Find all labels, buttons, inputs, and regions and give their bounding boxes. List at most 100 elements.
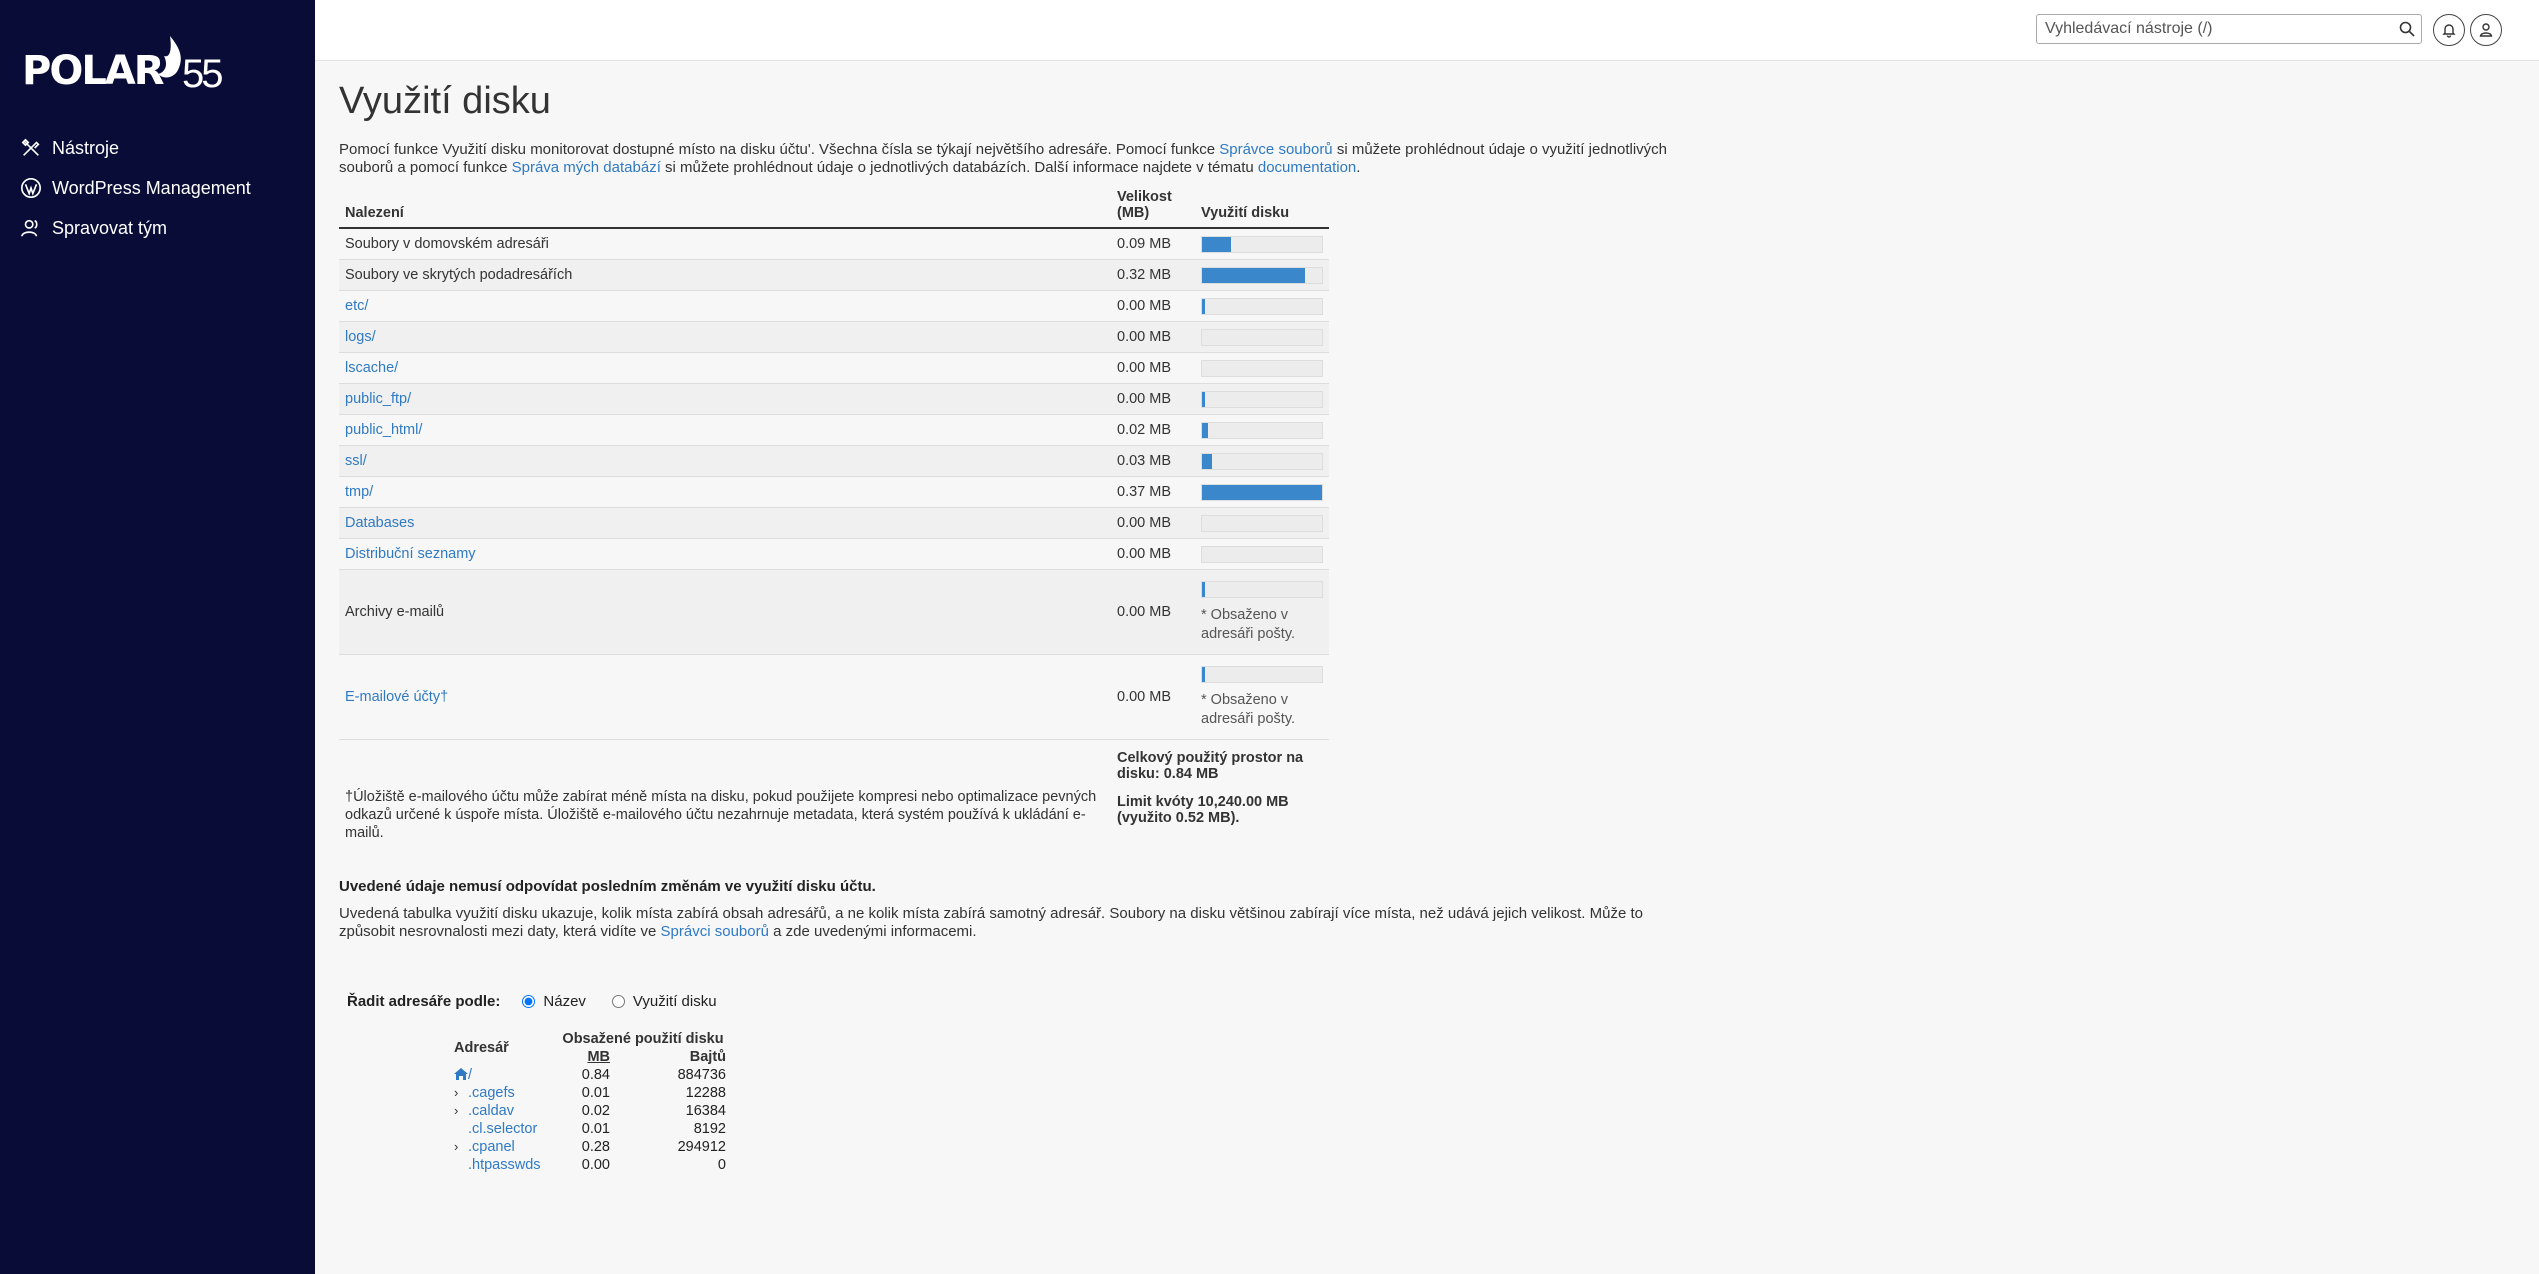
sort-by-usage-option[interactable]: Využití disku bbox=[611, 993, 717, 1010]
usage-bar bbox=[1201, 328, 1323, 346]
usage-bar bbox=[1201, 483, 1323, 501]
location-name[interactable]: etc/ bbox=[345, 298, 368, 314]
location-size: 0.02 MB bbox=[1111, 414, 1195, 446]
location-size: 0.00 MB bbox=[1111, 352, 1195, 384]
dir-row: .cl.selector 0.01 8192 bbox=[451, 1120, 729, 1138]
usage-bar-fill bbox=[1202, 453, 1212, 469]
expand-chevron-icon[interactable]: › bbox=[454, 1139, 468, 1154]
user-menu-button[interactable] bbox=[2470, 14, 2502, 46]
usage-bar bbox=[1201, 545, 1323, 563]
home-icon[interactable] bbox=[454, 1068, 468, 1080]
usage-bar bbox=[1201, 514, 1323, 532]
wordpress-icon bbox=[21, 178, 41, 198]
dir-bytes: 294912 bbox=[677, 1139, 726, 1155]
team-icon bbox=[21, 219, 38, 237]
table-row: E-mailové účty† 0.00 MB * Obsaženo v adr… bbox=[339, 654, 1329, 740]
location-size: 0.00 MB bbox=[1111, 383, 1195, 415]
location-name[interactable]: Databases bbox=[345, 515, 414, 531]
file-manager-link[interactable]: Správce souborů bbox=[1219, 141, 1332, 158]
usage-bar bbox=[1201, 266, 1323, 284]
sidebar-item-wordpress[interactable]: WordPress Management bbox=[0, 168, 315, 208]
usage-bar bbox=[1201, 359, 1323, 377]
sidebar-item-tools[interactable]: Nástroje bbox=[0, 128, 315, 168]
directory-table: Adresář Obsažené použití disku MB Bajtů … bbox=[451, 1030, 729, 1174]
col-contained-usage-header: Obsažené použití disku bbox=[562, 1031, 724, 1047]
location-name: Soubory ve skrytých podadresářích bbox=[345, 267, 573, 283]
main-content: Využití disku Pomocí funkce Využití disk… bbox=[339, 60, 1669, 1174]
expand-chevron-icon[interactable]: › bbox=[454, 1085, 468, 1100]
bell-icon bbox=[2442, 24, 2456, 38]
col-mb-header[interactable]: MB bbox=[557, 1048, 613, 1066]
location-size: 0.00 MB bbox=[1111, 569, 1195, 655]
search-input[interactable] bbox=[2037, 15, 2393, 43]
table-row: etc/ 0.00 MB bbox=[339, 290, 1329, 322]
location-name[interactable]: lscache/ bbox=[345, 360, 398, 376]
dir-bytes: 884736 bbox=[677, 1067, 726, 1083]
usage-bar-fill bbox=[1202, 666, 1205, 682]
table-row: public_ftp/ 0.00 MB bbox=[339, 383, 1329, 415]
location-size: 0.00 MB bbox=[1111, 654, 1195, 740]
sort-label: Řadit adresáře podle: bbox=[347, 993, 501, 1010]
location-size: 0.00 MB bbox=[1111, 290, 1195, 322]
location-name[interactable]: ssl/ bbox=[345, 453, 367, 469]
sidebar: POLAR 55 Nástroje WordPress Management S… bbox=[0, 0, 315, 1274]
col-bytes-header[interactable]: Bajtů bbox=[613, 1048, 729, 1066]
sidebar-item-label: Spravovat tým bbox=[52, 217, 168, 238]
dir-link[interactable]: .cpanel bbox=[468, 1139, 515, 1155]
location-name[interactable]: E-mailové účty† bbox=[345, 689, 448, 705]
databases-link[interactable]: Správa mých databází bbox=[512, 159, 661, 176]
table-row: ssl/ 0.03 MB bbox=[339, 445, 1329, 477]
usage-note: * Obsaženo v adresáři pošty. bbox=[1201, 606, 1296, 642]
table-row: Distribuční seznamy 0.00 MB bbox=[339, 538, 1329, 570]
sidebar-item-manage-team[interactable]: Spravovat tým bbox=[0, 208, 315, 248]
dir-mb: 0.84 bbox=[581, 1067, 610, 1083]
table-row: Databases 0.00 MB bbox=[339, 507, 1329, 539]
usage-bar-fill bbox=[1202, 484, 1322, 500]
usage-bar-fill bbox=[1202, 298, 1205, 314]
usage-bar bbox=[1201, 390, 1323, 408]
dir-mb: 0.01 bbox=[581, 1085, 610, 1101]
table-row: Soubory v domovském adresáři 0.09 MB bbox=[339, 228, 1329, 260]
location-name[interactable]: tmp/ bbox=[345, 484, 373, 500]
location-name[interactable]: public_ftp/ bbox=[345, 391, 411, 407]
notifications-button[interactable] bbox=[2433, 14, 2465, 46]
dir-link[interactable]: .htpasswds bbox=[468, 1157, 541, 1173]
polar55-logo[interactable]: POLAR 55 bbox=[22, 34, 232, 96]
col-size-header: Velikost (MB) bbox=[1111, 183, 1195, 229]
search-icon[interactable] bbox=[2399, 21, 2415, 37]
intro-text: Pomocí funkce Využití disku monitorovat … bbox=[339, 141, 1668, 176]
warning-title: Uvedené údaje nemusí odpovídat posledním… bbox=[339, 878, 876, 895]
sort-by-name-option[interactable]: Název bbox=[522, 993, 586, 1010]
usage-bar bbox=[1201, 580, 1323, 598]
usage-bar bbox=[1201, 452, 1323, 470]
table-row: tmp/ 0.37 MB bbox=[339, 476, 1329, 508]
logo-text: POLAR bbox=[22, 48, 165, 94]
location-size: 0.37 MB bbox=[1111, 476, 1195, 508]
usage-bar-fill bbox=[1202, 581, 1205, 597]
tools-icon bbox=[21, 138, 40, 156]
dir-row: .htpasswds 0.00 0 bbox=[451, 1156, 729, 1174]
location-name[interactable]: public_html/ bbox=[345, 422, 422, 438]
location-size: 0.00 MB bbox=[1111, 321, 1195, 353]
disk-usage-table: Nalezení Velikost (MB) Využití disku Sou… bbox=[339, 183, 1329, 842]
dir-link[interactable]: / bbox=[468, 1067, 472, 1083]
col-location-header: Nalezení bbox=[339, 183, 1111, 229]
dir-link[interactable]: .cagefs bbox=[468, 1085, 515, 1101]
location-size: 0.09 MB bbox=[1111, 228, 1195, 260]
location-size: 0.32 MB bbox=[1111, 259, 1195, 291]
dir-link[interactable]: .cl.selector bbox=[468, 1121, 537, 1137]
dir-link[interactable]: .caldav bbox=[468, 1103, 514, 1119]
sidebar-nav: Nástroje WordPress Management Spravovat … bbox=[0, 128, 315, 248]
table-row: lscache/ 0.00 MB bbox=[339, 352, 1329, 384]
warning-text: Uvedená tabulka využití disku ukazuje, k… bbox=[339, 905, 1643, 940]
location-name: Archivy e-mailů bbox=[345, 604, 445, 620]
expand-chevron-icon[interactable]: › bbox=[454, 1103, 468, 1118]
sort-by-name-radio[interactable] bbox=[522, 995, 536, 1008]
dir-mb: 0.28 bbox=[581, 1139, 610, 1155]
sort-by-usage-radio[interactable] bbox=[611, 995, 625, 1008]
table-row: Archivy e-mailů 0.00 MB * Obsaženo v adr… bbox=[339, 569, 1329, 655]
location-name[interactable]: Distribuční seznamy bbox=[345, 546, 476, 562]
file-manager-link-2[interactable]: Správci souborů bbox=[661, 923, 769, 940]
documentation-link[interactable]: documentation bbox=[1258, 159, 1356, 176]
location-name[interactable]: logs/ bbox=[345, 329, 376, 345]
